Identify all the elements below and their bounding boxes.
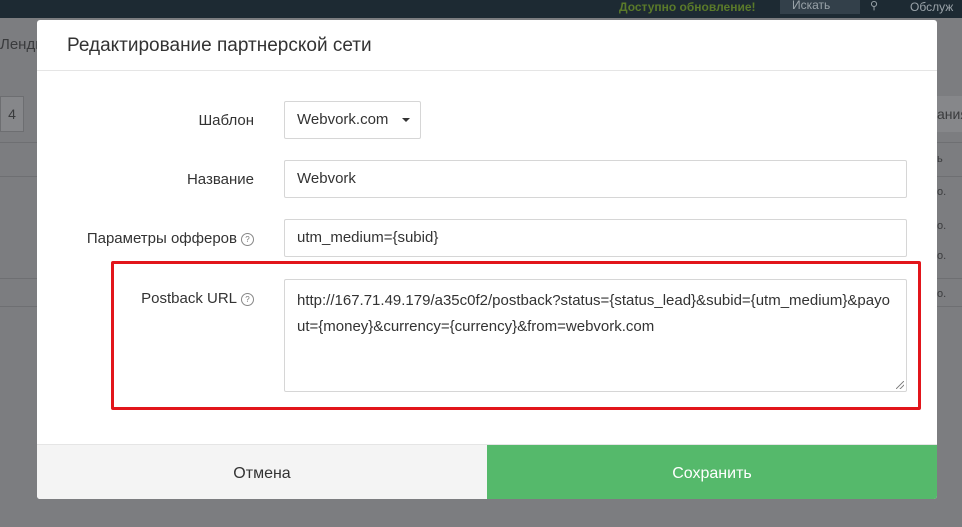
- name-label: Название: [186, 171, 254, 188]
- cancel-button[interactable]: Отмена: [37, 445, 487, 499]
- modal-footer: Отмена Сохранить: [37, 444, 937, 499]
- template-label: Шаблон: [198, 112, 254, 129]
- offer-params-input[interactable]: utm_medium={subid}: [284, 219, 907, 257]
- app-topbar: Доступно обновление! Искать ⚲ Обслуж: [0, 0, 962, 18]
- chevron-down-icon: [402, 118, 410, 122]
- modal-title: Редактирование партнерской сети: [67, 35, 372, 56]
- background-cell: о.: [937, 220, 947, 232]
- background-cell: ь: [937, 153, 943, 165]
- background-cell: о.: [937, 186, 947, 198]
- offer-params-label-row: Параметры офферов?: [87, 230, 254, 247]
- name-input[interactable]: Webvork: [284, 160, 907, 198]
- help-icon[interactable]: ?: [241, 232, 254, 246]
- modal-header: Редактирование партнерской сети: [37, 20, 937, 71]
- search-input[interactable]: Искать: [780, 0, 860, 14]
- template-select-value: Webvork.com: [297, 111, 389, 128]
- offer-params-label: Параметры офферов: [86, 230, 237, 247]
- background-right-button: ания: [937, 96, 962, 132]
- template-select[interactable]: Webvork.com: [284, 101, 421, 139]
- save-button[interactable]: Сохранить: [487, 445, 937, 499]
- edit-affiliate-network-dialog: Редактирование партнерской сети Шаблон W…: [37, 20, 937, 499]
- update-notice[interactable]: Доступно обновление!: [619, 0, 756, 14]
- highlight-annotation: [111, 261, 921, 410]
- background-page-number: 4: [0, 96, 24, 132]
- service-link[interactable]: Обслуж: [910, 0, 953, 14]
- background-cell: о.: [937, 288, 947, 300]
- background-cell: о.: [937, 250, 947, 262]
- search-icon[interactable]: ⚲: [870, 0, 878, 13]
